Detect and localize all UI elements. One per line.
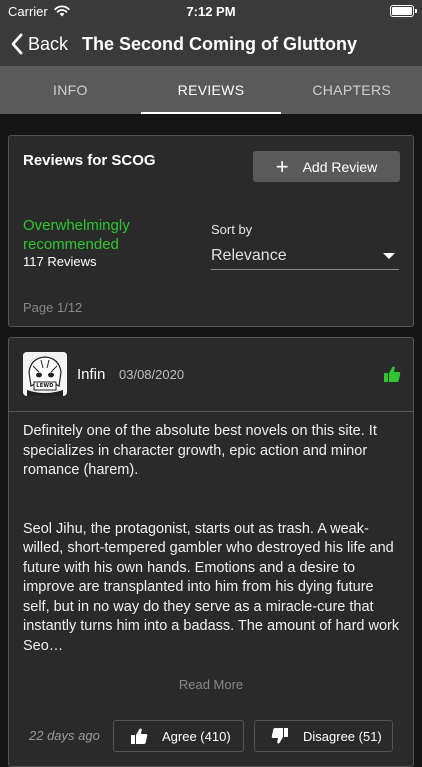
wifi-icon: [54, 5, 70, 17]
recommendation-verdict: Overwhelmingly recommended: [23, 217, 130, 253]
thumbs-up-icon: [384, 366, 401, 382]
chevron-left-icon: [11, 33, 23, 55]
thumbs-up-icon: [131, 728, 148, 744]
battery-icon: [390, 5, 417, 17]
carrier-label: Carrier: [8, 3, 48, 19]
add-review-label: Add Review: [302, 158, 378, 175]
plus-icon: +: [275, 153, 289, 179]
agree-label: Agree (410): [162, 728, 231, 744]
reviewer-name[interactable]: Infin: [77, 366, 105, 383]
review-count: 117 Reviews: [23, 254, 97, 269]
review-card: LEWD Infin 03/08/2020 Definitely one of …: [8, 337, 414, 767]
thumbs-down-icon: [271, 728, 288, 744]
posted-ago: 22 days ago: [29, 728, 100, 743]
review-date: 03/08/2020: [119, 367, 185, 382]
disagree-button[interactable]: Disagree (51): [254, 720, 393, 752]
sort-value: Relevance: [211, 246, 287, 264]
status-bar: Carrier 7:12 PM: [0, 0, 422, 22]
back-button[interactable]: Back: [0, 33, 68, 55]
reviews-summary-card: Reviews for SCOG + Add Review Overwhelmi…: [8, 135, 414, 327]
sort-dropdown[interactable]: Relevance: [211, 242, 399, 270]
tab-info[interactable]: INFO: [0, 66, 141, 114]
caret-down-icon: [383, 252, 395, 259]
summary-title: Reviews for SCOG: [23, 152, 156, 169]
tab-reviews[interactable]: REVIEWS: [140, 66, 282, 114]
back-label: Back: [28, 33, 69, 54]
review-body: Definitely one of the absolute best nove…: [23, 422, 403, 656]
review-paragraph: Definitely one of the absolute best nove…: [23, 423, 377, 478]
page-indicator: Page 1/12: [23, 300, 83, 315]
read-more-link[interactable]: Read More: [9, 677, 413, 692]
sort-label: Sort by: [211, 222, 253, 237]
tab-chapters[interactable]: CHAPTERS: [281, 66, 422, 114]
agree-button[interactable]: Agree (410): [113, 720, 244, 752]
nav-bar: Back The Second Coming of Gluttony: [0, 22, 422, 66]
status-left: Carrier: [8, 4, 70, 19]
avatar[interactable]: LEWD: [23, 352, 67, 396]
disagree-label: Disagree (51): [303, 728, 382, 744]
add-review-button[interactable]: + Add Review: [253, 151, 400, 182]
divider: [9, 411, 413, 412]
tab-bar: INFO REVIEWS CHAPTERS: [0, 66, 422, 114]
page-title: The Second Coming of Gluttony: [82, 33, 358, 54]
review-paragraph: Seol Jihu, the protagonist, starts out a…: [23, 520, 400, 654]
avatar-text: LEWD: [36, 383, 54, 389]
